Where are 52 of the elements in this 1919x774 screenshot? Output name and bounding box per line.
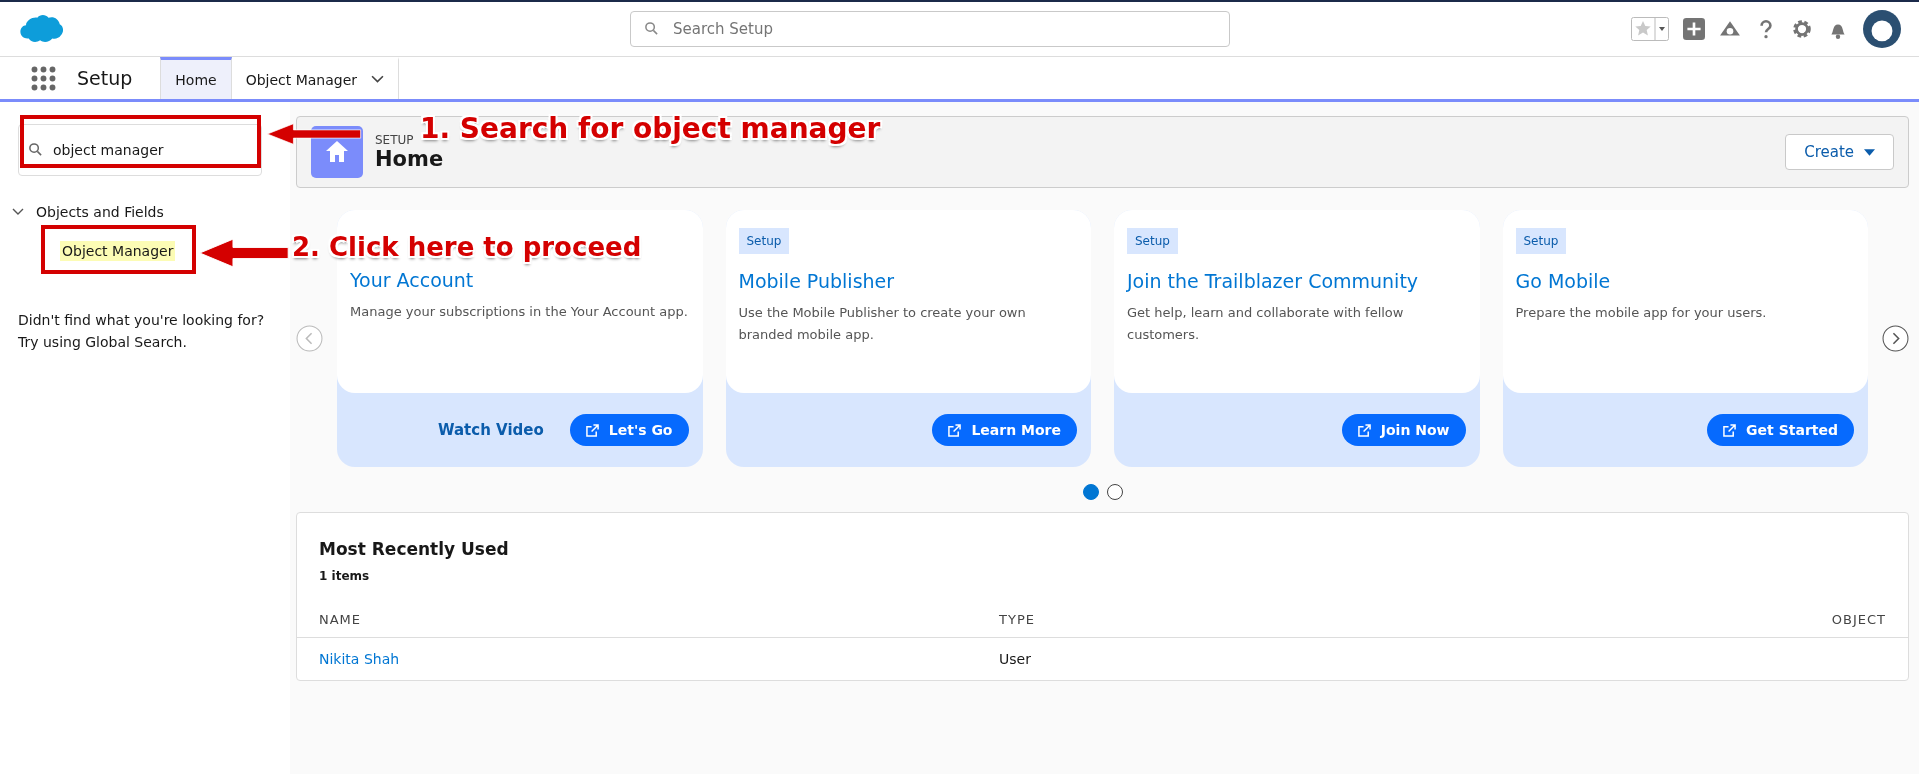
card-title[interactable]: Go Mobile — [1515, 270, 1611, 292]
card-button[interactable]: Let's Go — [569, 414, 689, 446]
card-title[interactable]: Mobile Publisher — [738, 270, 895, 292]
card-description: Use the Mobile Publisher to create your own branded mobile app. — [738, 304, 1027, 344]
page-eyebrow: SETUP — [375, 133, 415, 147]
chevron-down-icon[interactable] — [12, 208, 24, 216]
carousel-dot[interactable] — [1106, 484, 1123, 500]
card-button[interactable]: Join Now — [1341, 414, 1466, 446]
external-link-icon — [1357, 423, 1371, 437]
card-title[interactable]: Join the Trailblazer Community — [1127, 270, 1419, 292]
chevron-down-icon[interactable] — [371, 75, 385, 84]
app-name: Setup — [77, 67, 133, 89]
app-launcher-icon[interactable] — [30, 64, 57, 92]
help-text: Didn't find what you're looking for? — [18, 311, 266, 330]
search-icon — [644, 21, 659, 36]
avatar-icon[interactable] — [1863, 10, 1901, 48]
tree-item[interactable]: Objects and Fields — [36, 204, 164, 220]
card-button[interactable]: Get Started — [1707, 414, 1854, 446]
panel-title: Most Recently Used — [319, 539, 510, 559]
settings-icon[interactable] — [1791, 18, 1813, 40]
external-link-icon — [1723, 423, 1737, 437]
search-field[interactable]: Search Setup — [630, 11, 1230, 47]
help-text: Try using Global Search. — [18, 333, 188, 352]
cloud-logo[interactable] — [18, 14, 64, 44]
nav-tab[interactable]: Object Manager — [231, 57, 400, 99]
column-header: TYPE — [999, 611, 1036, 627]
external-link-icon — [948, 423, 962, 437]
plus-icon[interactable] — [1683, 18, 1705, 40]
setup-badge: Setup — [738, 228, 790, 254]
card-description: Get help, learn and collaborate with fellow customers. — [1127, 304, 1405, 344]
card-description: Prepare the mobile app for your users. — [1515, 304, 1767, 322]
setup-badge: Setup — [1515, 228, 1567, 254]
page-title: Home — [375, 147, 444, 171]
create-button[interactable]: Create — [1785, 134, 1894, 170]
record-link[interactable]: Nikita Shah — [319, 651, 999, 667]
setup-badge: Setup — [1127, 228, 1178, 254]
item-count: 1 items — [319, 569, 371, 583]
carousel-dot[interactable] — [1082, 484, 1099, 500]
card-button[interactable]: Learn More — [932, 414, 1077, 446]
column-header: NAME — [319, 611, 363, 627]
card-title[interactable]: Your Account — [350, 269, 474, 291]
external-link-icon — [585, 423, 599, 437]
tree-item[interactable]: Object Manager — [60, 241, 176, 261]
search-icon — [28, 142, 43, 157]
caret-icon — [1864, 148, 1875, 156]
card-description: Manage your subscriptions in the Your Account app. — [350, 303, 688, 321]
table-cell-text: User — [999, 651, 1032, 667]
nav-tab[interactable]: Home — [160, 57, 232, 99]
watch-video-link[interactable]: Watch Video — [437, 421, 544, 439]
column-header: OBJECT — [1831, 611, 1886, 627]
annotation-text: 1. Search for object manager — [420, 112, 881, 145]
annotation-text: 2. Click here to proceed — [292, 232, 642, 262]
